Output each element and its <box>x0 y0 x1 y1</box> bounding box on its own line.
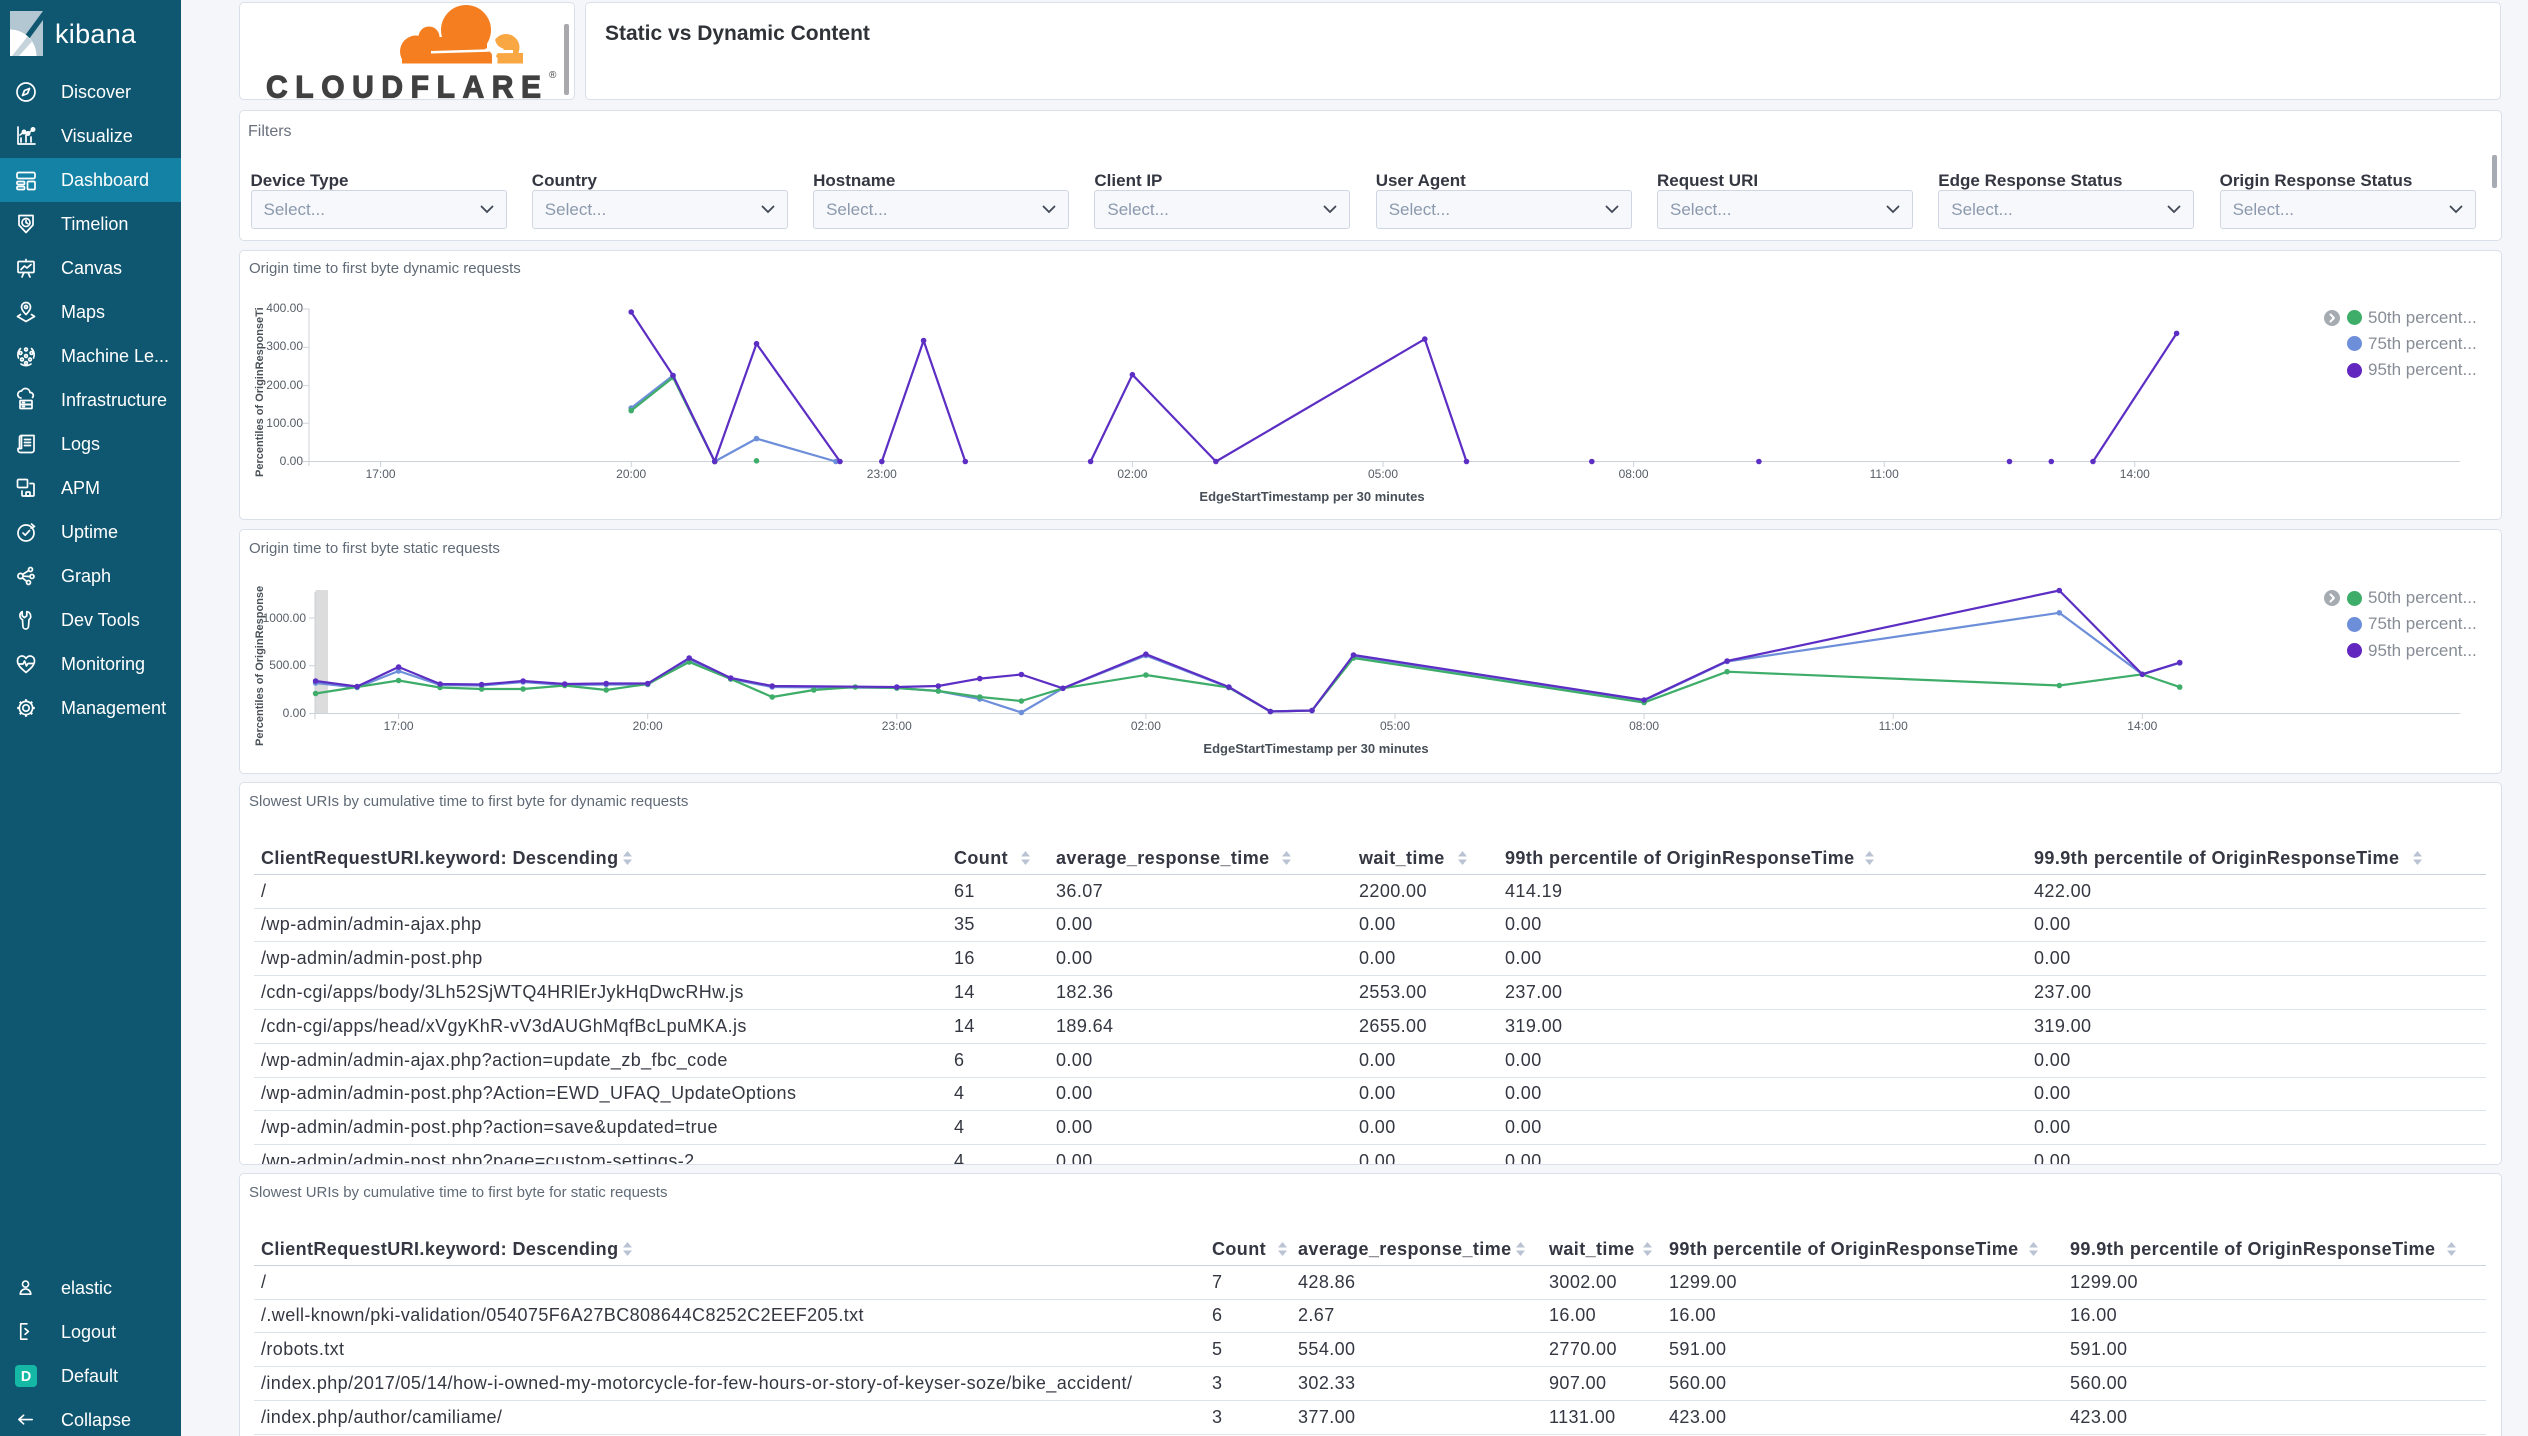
svg-text:D: D <box>21 1369 31 1385</box>
